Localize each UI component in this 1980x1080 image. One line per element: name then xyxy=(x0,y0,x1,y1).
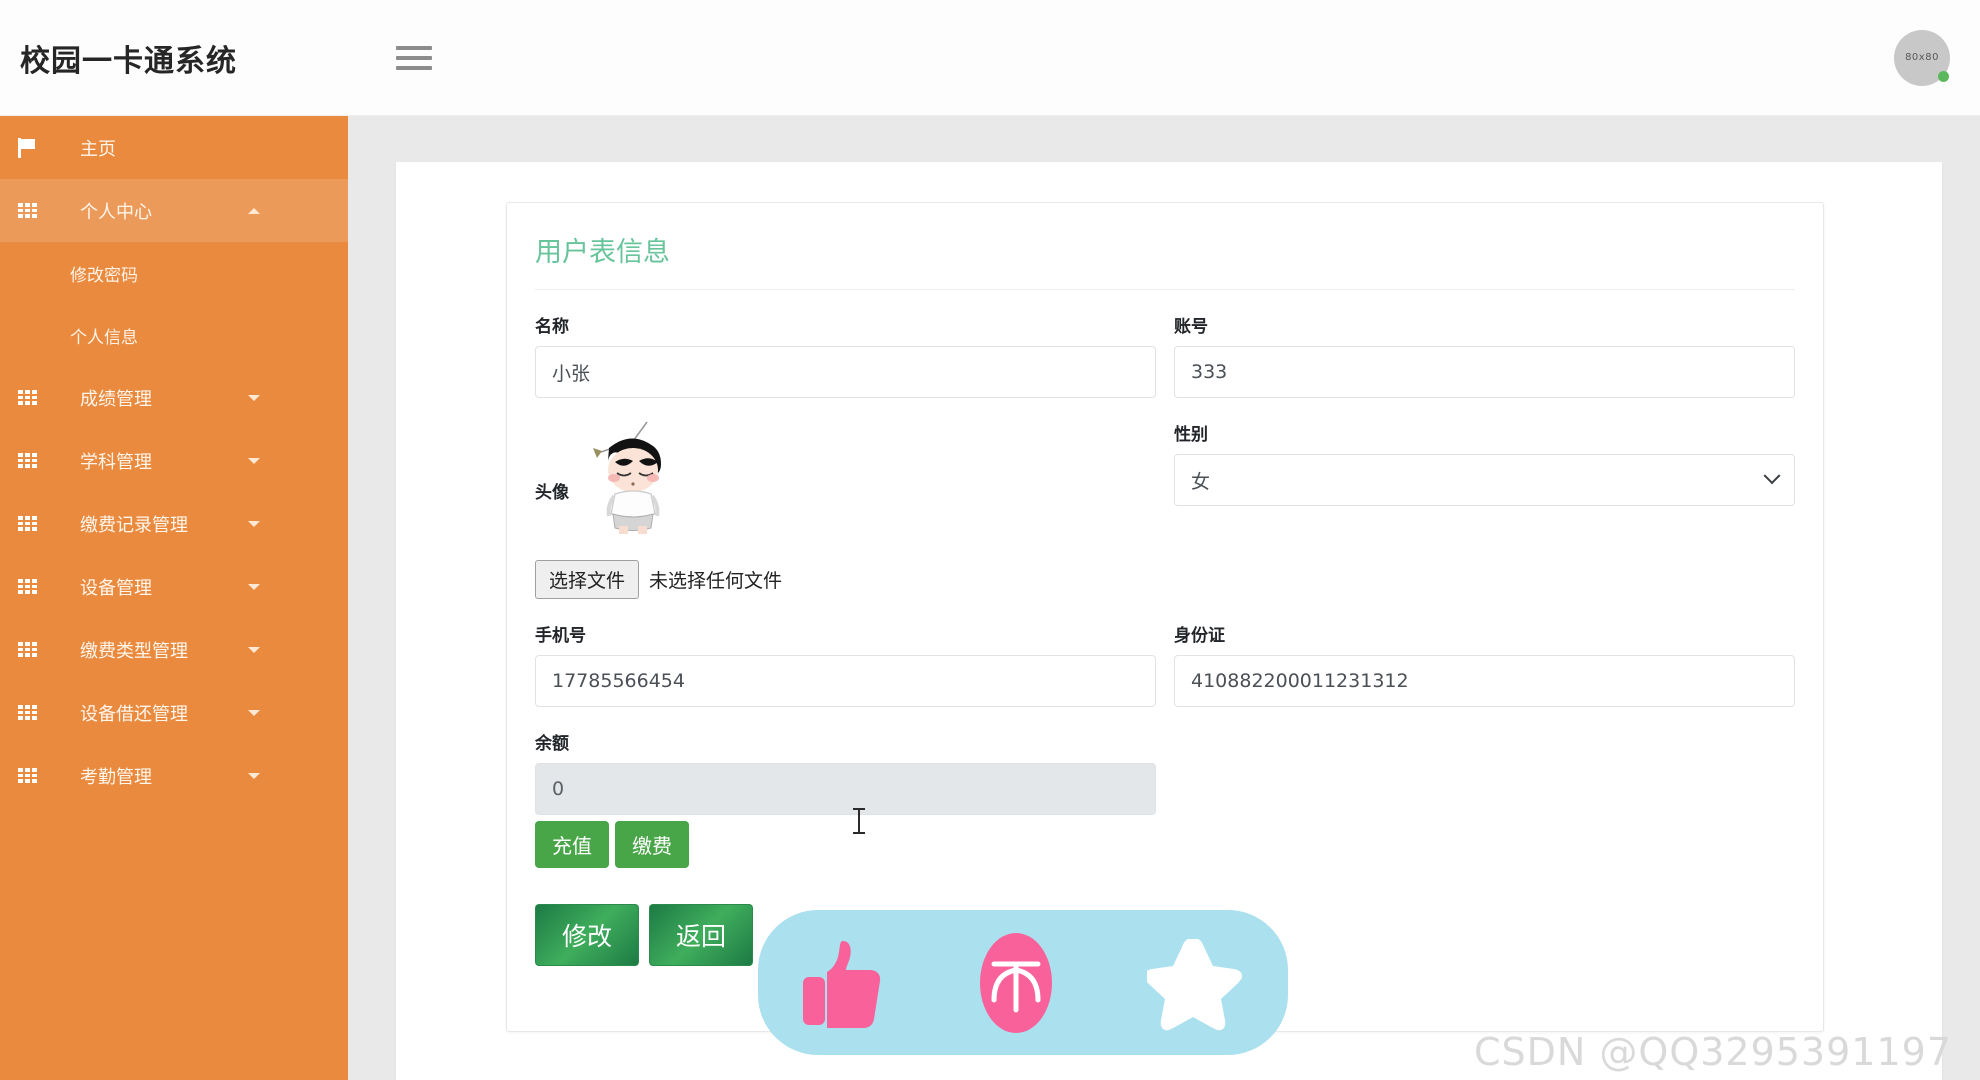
umbrella-icon[interactable] xyxy=(968,928,1064,1038)
avatar-preview-image xyxy=(587,418,679,536)
chevron-down-icon xyxy=(248,457,260,464)
gender-label: 性别 xyxy=(1174,425,1208,445)
sidebar-item-home[interactable]: 主页 xyxy=(0,116,348,179)
gender-selected-value: 女 xyxy=(1191,470,1211,493)
balance-action-buttons: 充值 缴费 xyxy=(535,821,1156,868)
hamburger-line xyxy=(396,55,432,60)
chevron-down-icon xyxy=(248,772,260,779)
gender-select[interactable]: 女 xyxy=(1174,454,1795,506)
sidebar-item-device-borrow-return-management[interactable]: 设备借还管理 xyxy=(0,681,348,744)
name-field: 名称 小张 xyxy=(535,312,1156,398)
chevron-down-icon xyxy=(248,394,260,401)
form-title: 用户表信息 xyxy=(535,237,670,268)
sidebar: 主页 个人中心 修改密码 个人信息 成绩管理 学科管理 缴费记录管理 设备管理 … xyxy=(0,116,348,1080)
sidebar-item-label: 缴费类型管理 xyxy=(80,640,188,662)
sidebar-item-device-management[interactable]: 设备管理 xyxy=(0,555,348,618)
form-col-balance: 余额 0 充值 缴费 xyxy=(535,707,1165,868)
balance-field: 余额 0 xyxy=(535,729,1156,815)
sidebar-item-label: 主页 xyxy=(80,138,116,160)
form-col-name: 名称 小张 xyxy=(535,290,1165,398)
watermark: CSDN @QQ3295391197 xyxy=(1473,1030,1952,1074)
balance-label: 余额 xyxy=(535,734,569,754)
hamburger-line xyxy=(396,45,432,50)
idcard-field: 身份证 410882200011231312 xyxy=(1174,621,1795,707)
sidebar-item-label: 设备管理 xyxy=(80,577,152,599)
user-info-form-panel: 用户表信息 名称 小张 账号 333 头像 选择文件 未选择任何文件 性别 女 … xyxy=(506,202,1824,1032)
grid-icon xyxy=(18,516,56,531)
phone-label: 手机号 xyxy=(535,626,586,646)
balance-input: 0 xyxy=(535,763,1156,815)
form-col-account: 账号 333 xyxy=(1165,290,1795,398)
back-button[interactable]: 返回 xyxy=(649,904,754,966)
user-avatar[interactable]: 80x80 xyxy=(1894,29,1950,86)
sidebar-subitem-label: 修改密码 xyxy=(70,265,138,286)
grid-icon xyxy=(18,203,56,218)
grid-icon xyxy=(18,705,56,720)
avatar-label: 头像 xyxy=(535,483,569,503)
form-col-empty xyxy=(1165,707,1795,868)
account-input[interactable]: 333 xyxy=(1174,346,1795,398)
grid-icon xyxy=(18,579,56,594)
idcard-label: 身份证 xyxy=(1174,626,1225,646)
recharge-button[interactable]: 充值 xyxy=(535,821,609,868)
form-row-avatar-gender: 头像 选择文件 未选择任何文件 性别 女 xyxy=(535,398,1795,599)
top-navbar: 校园一卡通系统 80x80 xyxy=(0,0,1980,116)
flag-icon xyxy=(18,137,56,158)
form-row-balance: 余额 0 充值 缴费 xyxy=(535,707,1795,868)
name-input[interactable]: 小张 xyxy=(535,346,1156,398)
hamburger-line xyxy=(396,65,432,70)
page-title: 校园一卡通系统 xyxy=(20,43,237,79)
star-icon[interactable] xyxy=(1143,935,1247,1031)
phone-input[interactable]: 17785566454 xyxy=(535,655,1156,707)
sidebar-item-personal-center[interactable]: 个人中心 xyxy=(0,179,348,242)
form-row-name-account: 名称 小张 账号 333 xyxy=(535,290,1795,398)
grid-icon xyxy=(18,642,56,657)
form-body: 名称 小张 账号 333 头像 选择文件 未选择任何文件 性别 女 手机号 17… xyxy=(507,290,1823,966)
sidebar-item-subject-management[interactable]: 学科管理 xyxy=(0,429,348,492)
idcard-input[interactable]: 410882200011231312 xyxy=(1174,655,1795,707)
sidebar-item-label: 考勤管理 xyxy=(80,766,152,788)
chevron-down-icon xyxy=(248,646,260,653)
form-col-gender: 性别 女 xyxy=(1165,398,1795,599)
sidebar-subitem-change-password[interactable]: 修改密码 xyxy=(0,242,348,304)
sidebar-item-attendance-management[interactable]: 考勤管理 xyxy=(0,744,348,807)
online-status-dot xyxy=(1938,70,1949,82)
pay-button[interactable]: 缴费 xyxy=(615,821,689,868)
name-label: 名称 xyxy=(535,317,569,337)
account-label: 账号 xyxy=(1174,317,1208,337)
avatar-field: 头像 xyxy=(535,416,1156,566)
grid-icon xyxy=(18,390,56,405)
sidebar-subitem-label: 个人信息 xyxy=(70,327,138,348)
sidebar-subitem-personal-info[interactable]: 个人信息 xyxy=(0,304,348,366)
thumbs-up-icon[interactable] xyxy=(799,937,885,1029)
chevron-down-icon xyxy=(248,520,260,527)
sidebar-item-payment-record-management[interactable]: 缴费记录管理 xyxy=(0,492,348,555)
sidebar-item-payment-type-management[interactable]: 缴费类型管理 xyxy=(0,618,348,681)
grid-icon xyxy=(18,768,56,783)
sidebar-item-label: 缴费记录管理 xyxy=(80,514,188,536)
chevron-down-icon xyxy=(248,709,260,716)
sidebar-item-label: 个人中心 xyxy=(80,201,152,223)
app-root: 校园一卡通系统 80x80 主页 个人中心 修改密码 个人信息 成绩管理 学科管… xyxy=(0,0,1980,1080)
reaction-bar xyxy=(758,910,1288,1055)
sidebar-item-label: 学科管理 xyxy=(80,451,152,473)
file-status-label: 未选择任何文件 xyxy=(649,570,783,592)
chevron-up-icon xyxy=(248,207,260,214)
form-col-phone: 手机号 17785566454 xyxy=(535,599,1165,707)
sidebar-item-label: 成绩管理 xyxy=(80,388,152,410)
text-cursor xyxy=(853,808,865,834)
sidebar-item-label: 设备借还管理 xyxy=(80,703,188,725)
chevron-down-icon xyxy=(1763,467,1781,485)
phone-field: 手机号 17785566454 xyxy=(535,621,1156,707)
gender-field: 性别 女 xyxy=(1174,420,1795,506)
sidebar-item-grade-management[interactable]: 成绩管理 xyxy=(0,366,348,429)
form-row-phone-idcard: 手机号 17785566454 身份证 410882200011231312 xyxy=(535,599,1795,707)
chevron-down-icon xyxy=(248,583,260,590)
form-col-avatar: 头像 选择文件 未选择任何文件 xyxy=(535,398,1165,599)
hamburger-icon[interactable] xyxy=(396,41,434,75)
form-col-idcard: 身份证 410882200011231312 xyxy=(1165,599,1795,707)
account-field: 账号 333 xyxy=(1174,312,1795,398)
submit-button[interactable]: 修改 xyxy=(535,904,640,966)
grid-icon xyxy=(18,453,56,468)
